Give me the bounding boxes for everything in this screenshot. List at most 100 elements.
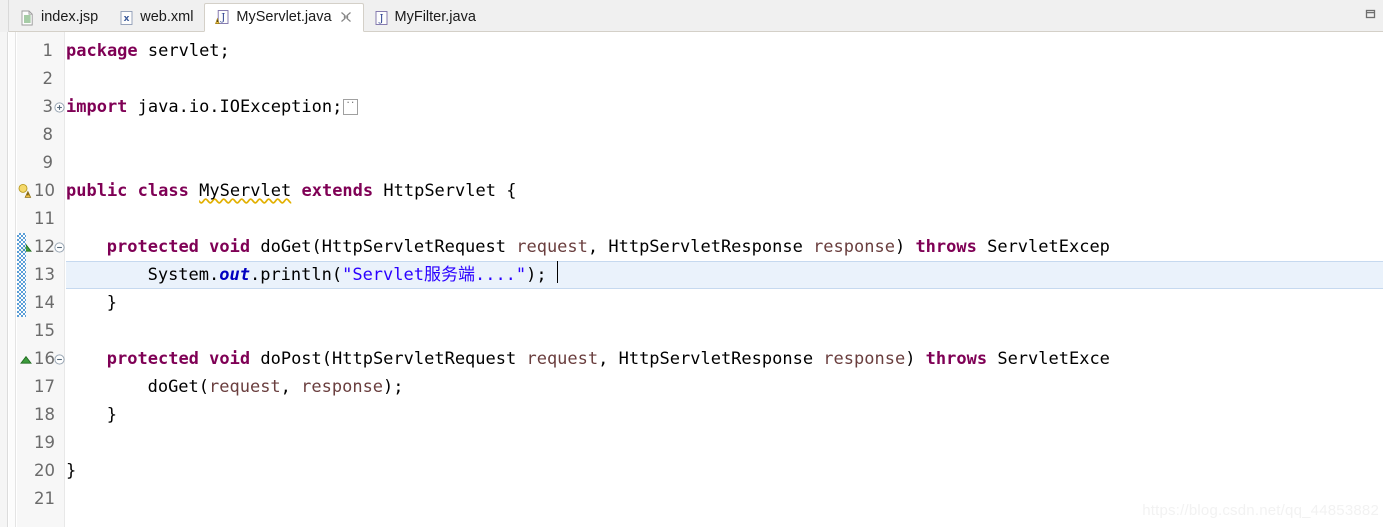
tab-label: MyFilter.java — [394, 9, 476, 26]
svg-text:x: x — [124, 14, 130, 24]
code-editor[interactable]: 1 2 3 8 9 10 11 12 13 14 15 16 17 18 19 20 21 package se… — [0, 32, 1383, 527]
code-token-kw: public — [66, 181, 128, 201]
code-token-pln: } — [66, 461, 77, 481]
expand-icon[interactable] — [54, 102, 65, 113]
code-token-pln: doGet( — [147, 377, 210, 397]
code-token-fld: out — [219, 265, 250, 285]
svg-text:J: J — [378, 13, 383, 24]
code-token-pln: } — [106, 293, 118, 313]
close-icon[interactable] — [340, 11, 352, 23]
code-line[interactable]: } — [107, 401, 117, 429]
line-number: 8 — [42, 125, 54, 144]
text-caret — [556, 261, 559, 283]
tab-myfilter-java[interactable]: J MyFilter.java — [364, 3, 487, 32]
override-marker-icon[interactable] — [18, 352, 34, 368]
code-token-kw: protected — [106, 237, 199, 257]
watermark: https://blog.csdn.net/qq_44853882 — [1142, 502, 1379, 519]
code-token-pln: HttpServlet { — [373, 181, 517, 201]
editor-left-ruler[interactable] — [0, 32, 8, 527]
line-number: 19 — [34, 433, 55, 452]
code-folding-gutter[interactable] — [54, 32, 65, 527]
jsp-file-icon — [21, 10, 33, 25]
editor-folding-ruler[interactable] — [9, 32, 16, 527]
code-token-par: request — [516, 237, 588, 257]
code-token-kw: throws — [915, 237, 977, 257]
code-token-pln — [291, 181, 301, 201]
line-number: 11 — [34, 209, 55, 228]
code-text-area[interactable]: package servlet; import java.io.IOExcepti… — [66, 32, 1383, 527]
line-number: 12 — [34, 237, 55, 256]
code-line[interactable]: protected void doGet(HttpServletRequest … — [107, 233, 1110, 261]
code-token-pln: , HttpServletResponse — [598, 349, 824, 369]
tab-label: index.jsp — [41, 9, 99, 26]
code-token-warnu: MyServlet — [199, 181, 292, 201]
code-token-pln: ) — [905, 349, 926, 369]
code-token-pln — [199, 349, 209, 369]
line-number: 15 — [34, 321, 55, 340]
line-number: 17 — [34, 377, 55, 396]
line-number: 18 — [34, 405, 55, 424]
code-token-kw: extends — [301, 181, 374, 201]
code-line[interactable]: package servlet; — [66, 37, 230, 65]
line-number: 2 — [42, 69, 54, 88]
svg-text:J: J — [221, 13, 226, 24]
code-token-pln: .println( — [249, 265, 343, 285]
eclipse-editor-window: index.jsp x web.xml J MyServlet.java J MyFilte… — [0, 0, 1383, 527]
code-token-pln: ); — [383, 377, 404, 397]
tab-web-xml[interactable]: x web.xml — [109, 3, 204, 32]
code-token-pln: ) — [894, 237, 916, 257]
code-line[interactable]: import java.io.IOException; — [66, 89, 359, 121]
tab-bar-left-strip — [0, 0, 9, 32]
collapse-icon[interactable] — [54, 242, 65, 253]
code-token-pln — [127, 181, 137, 201]
code-token-pln: ServletExce — [987, 349, 1110, 369]
code-token-pln: , HttpServletResponse — [587, 237, 814, 257]
code-line[interactable]: System.out.println("Servlet服务端...."); — [148, 261, 547, 289]
collapse-icon[interactable] — [54, 354, 65, 365]
line-number: 9 — [42, 153, 54, 172]
code-token-par: response — [823, 349, 906, 369]
code-token-kw: import — [66, 97, 128, 117]
code-token-par: request — [526, 349, 599, 369]
restore-icon[interactable] — [1364, 9, 1377, 20]
tab-label: web.xml — [140, 9, 194, 26]
code-line[interactable]: } — [66, 457, 76, 485]
code-token-kw: void — [209, 237, 251, 257]
folded-region-placeholder[interactable] — [343, 89, 359, 117]
editor-tab-bar: index.jsp x web.xml J MyServlet.java J MyFilte… — [0, 0, 1383, 32]
code-token-pln: java.io.IOException; — [127, 97, 343, 117]
tab-index-jsp[interactable]: index.jsp — [10, 3, 109, 32]
code-token-pln: doGet(HttpServletRequest — [250, 237, 517, 257]
line-number: 10 — [34, 181, 55, 200]
code-token-par: request — [209, 377, 281, 397]
line-number: 16 — [34, 349, 55, 368]
warning-icon[interactable] — [18, 183, 34, 199]
java-file-warning-icon: J — [215, 10, 229, 24]
code-line[interactable]: doGet(request, response); — [148, 373, 404, 401]
xml-file-icon: x — [120, 10, 133, 25]
code-token-pln: doPost(HttpServletRequest — [250, 349, 527, 369]
java-file-icon: J — [375, 10, 387, 25]
code-token-pln — [189, 181, 199, 201]
tab-list: index.jsp x web.xml J MyServlet.java J MyFilte… — [10, 3, 487, 32]
change-bar — [17, 233, 26, 317]
code-token-kw: package — [66, 41, 138, 61]
code-token-kw: void — [209, 349, 251, 369]
line-number: 21 — [34, 489, 55, 508]
code-token-kw: throws — [925, 349, 988, 369]
code-token-par: response — [813, 237, 895, 257]
tab-label: MyServlet.java — [236, 8, 332, 25]
code-token-pln: ); — [526, 265, 547, 285]
code-line[interactable]: } — [107, 289, 117, 317]
line-number-gutter: 1 2 3 8 9 10 11 12 13 14 15 16 17 18 19 20 21 — [34, 32, 55, 527]
code-token-par: response — [301, 377, 384, 397]
code-token-pln: , — [280, 377, 302, 397]
tab-myservlet-java[interactable]: J MyServlet.java — [204, 3, 364, 32]
code-line[interactable]: protected void doPost(HttpServletRequest… — [107, 345, 1110, 373]
code-token-pln — [199, 237, 209, 257]
line-number: 1 — [42, 41, 54, 60]
code-line[interactable]: public class MyServlet extends HttpServl… — [66, 177, 516, 205]
code-token-kw: class — [137, 181, 189, 201]
code-token-str: "Servlet服务端...." — [342, 265, 527, 285]
line-number: 14 — [34, 293, 55, 312]
